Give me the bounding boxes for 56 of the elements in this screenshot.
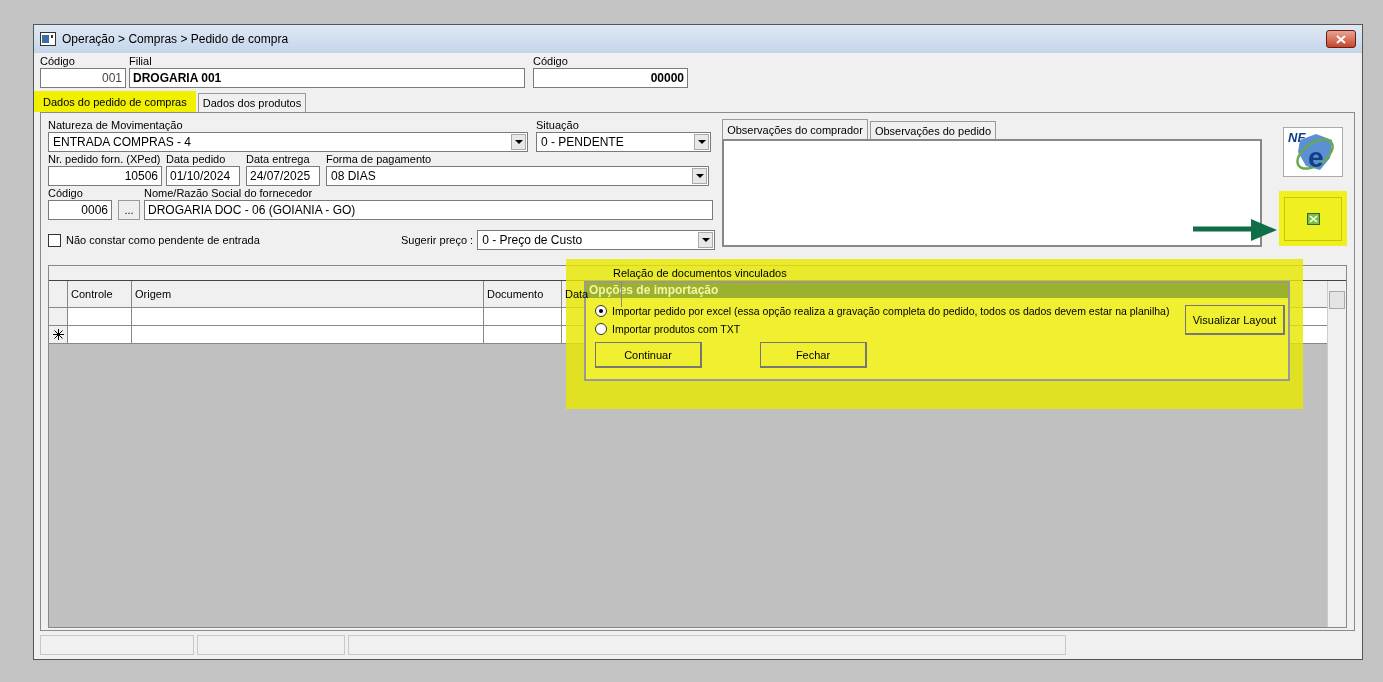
field-label: Código <box>48 187 84 200</box>
column-header[interactable]: Controle <box>68 281 132 307</box>
dropdown-arrow-icon <box>695 174 704 178</box>
tab[interactable]: Observações do pedido <box>869 121 997 139</box>
radio-button[interactable] <box>595 305 607 317</box>
branch-field[interactable]: DROGARIA 001 <box>129 68 525 88</box>
checkbox[interactable] <box>48 233 61 247</box>
pointer-arrow-icon <box>1193 219 1277 241</box>
order-code-field[interactable]: 00000 <box>533 68 688 88</box>
view-layout-button[interactable]: Visualizar Layout <box>1185 305 1285 335</box>
field-label: Nr. pedido forn. (XPed) <box>48 153 162 166</box>
option-label: Importar pedido por excel (essa opção realiza a gravação completa do pedido, todos os dados devem estar na planilha) <box>612 305 1170 317</box>
tab[interactable]: Dados dos produtos <box>197 93 307 112</box>
tab[interactable]: Observações do comprador <box>722 119 868 139</box>
scrollbar[interactable] <box>1327 281 1346 627</box>
field-label: Código <box>40 55 76 68</box>
field-label: Forma de pagamento <box>326 153 433 166</box>
new-row-icon <box>52 329 64 340</box>
delivery-date-field[interactable]: 24/07/2025 <box>246 166 320 186</box>
column-header[interactable]: Origem <box>132 281 484 307</box>
browse-button[interactable]: ... <box>118 200 140 220</box>
field-label: Natureza de Movimentação <box>48 119 184 132</box>
tab[interactable]: Dados do pedido de compras <box>34 91 196 112</box>
field-label: Código <box>533 55 569 68</box>
radio-button[interactable] <box>595 323 607 335</box>
field-label: Data entrega <box>246 153 311 166</box>
checkbox-label: Não constar como pendente de entrada <box>66 234 261 246</box>
payment-dropdown[interactable]: 08 DIAS <box>326 166 709 186</box>
supplier-code-field[interactable]: 0006 <box>48 200 112 220</box>
grid-title: Relação de documentos vinculados <box>613 267 787 279</box>
window-title: Operação > Compras > Pedido de compra <box>62 32 290 46</box>
operation-dropdown[interactable]: ENTRADA COMPRAS - 4 <box>48 132 528 152</box>
order-date-field[interactable]: 01/10/2024 <box>166 166 240 186</box>
dropdown-arrow-icon <box>701 238 710 242</box>
supplier-name-field[interactable]: DROGARIA DOC - 06 (GOIANIA - GO) <box>144 200 713 220</box>
option-label: Importar produtos com TXT <box>612 323 741 335</box>
field-label: Situação <box>536 119 580 132</box>
field-label: Nome/Razão Social do fornecedor <box>144 187 314 200</box>
dialog-button[interactable]: Continuar <box>595 342 702 368</box>
dropdown-arrow-icon <box>514 140 523 144</box>
dialog-button[interactable]: Fechar <box>760 342 867 368</box>
scrollbar-thumb[interactable] <box>1329 291 1345 309</box>
code-field[interactable]: 001 <box>40 68 126 88</box>
dropdown-arrow-icon <box>697 140 706 144</box>
spreadsheet-icon <box>1306 212 1320 225</box>
close-icon <box>1336 34 1346 44</box>
field-label: Data pedido <box>166 153 227 166</box>
field-label: Filial <box>129 55 153 68</box>
window-icon <box>40 32 56 46</box>
notes-textarea[interactable] <box>722 139 1262 247</box>
suggest-price-label: Sugerir preço : <box>401 234 474 246</box>
supplier-order-field[interactable]: 10506 <box>48 166 162 186</box>
suggest-price-dropdown[interactable]: 0 - Preço de Custo <box>477 230 716 250</box>
close-button[interactable] <box>1326 30 1356 48</box>
status-dropdown[interactable]: 0 - PENDENTE <box>536 132 711 152</box>
column-header[interactable]: Documento <box>484 281 562 307</box>
